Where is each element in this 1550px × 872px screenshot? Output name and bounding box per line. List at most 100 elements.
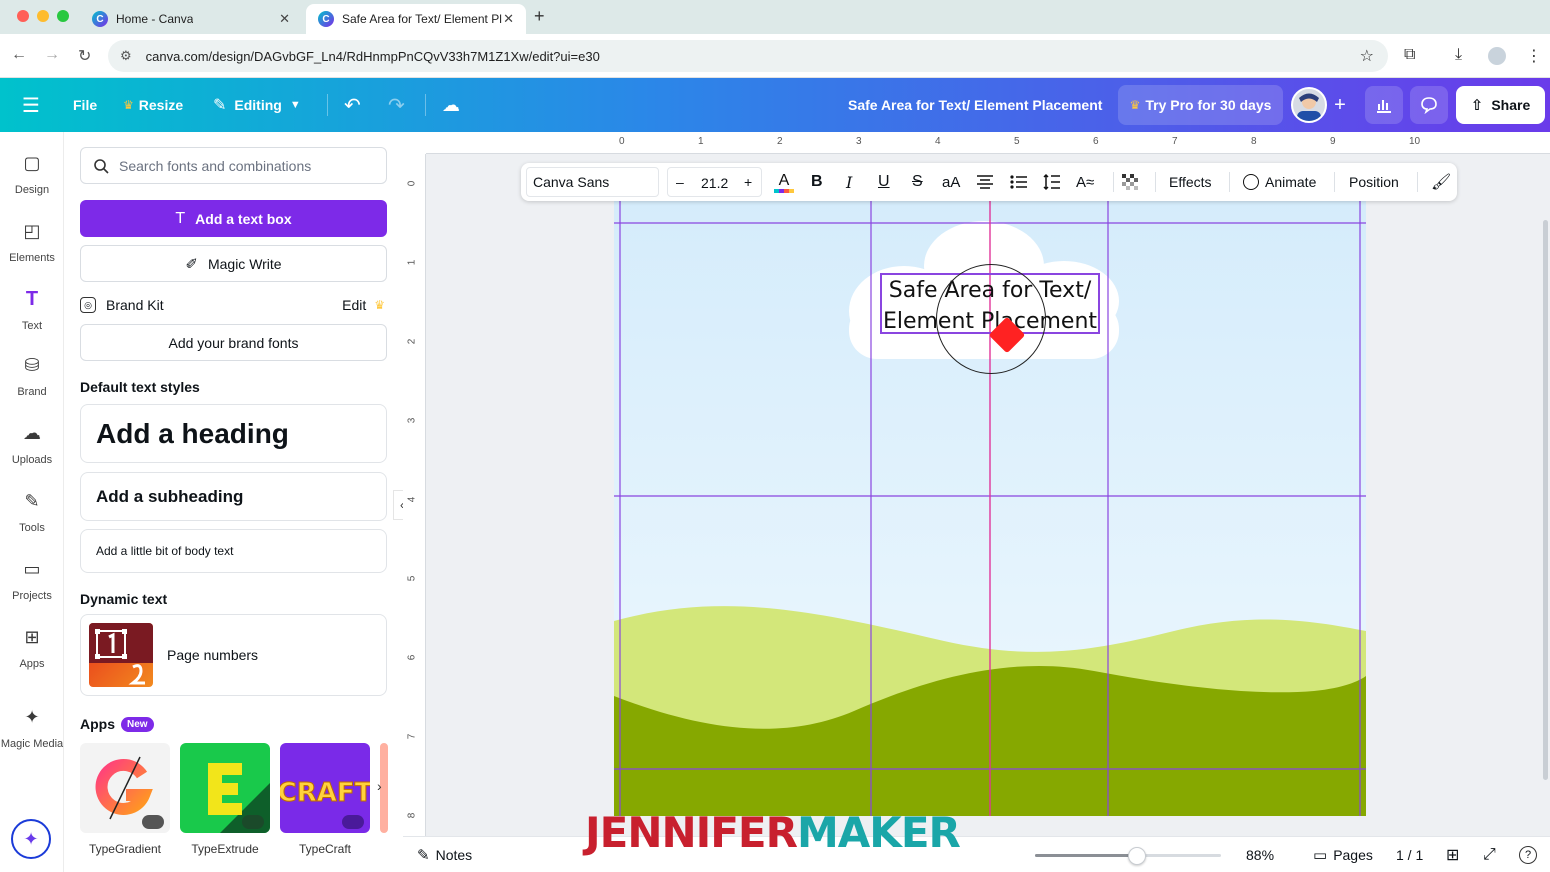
add-brand-fonts-button[interactable]: Add your brand fonts xyxy=(80,324,387,361)
align-center-button[interactable] xyxy=(976,163,994,201)
add-text-box-button[interactable]: T Add a text box xyxy=(80,200,387,237)
new-tab-icon[interactable]: + xyxy=(534,6,545,27)
page-numbers-card[interactable]: Page numbers xyxy=(80,614,387,696)
ruler-tick-label: 6 xyxy=(406,654,418,661)
position-button[interactable]: Position xyxy=(1349,163,1399,201)
app-tile-typecraft[interactable]: CRAFT xyxy=(280,743,370,833)
rail-item-apps[interactable]: ⊞ Apps xyxy=(0,626,64,672)
reload-icon[interactable]: ↻ xyxy=(78,46,91,66)
list-button[interactable] xyxy=(1010,163,1028,201)
rail-item-tools[interactable]: ✎ Tools xyxy=(0,490,64,536)
tab-search-icon[interactable]: ⧉ xyxy=(1404,46,1415,64)
letter-case-label: aA xyxy=(942,173,961,191)
copy-style-button[interactable]: 🖌 xyxy=(1431,163,1451,201)
download-icon[interactable]: ⤓ xyxy=(1455,46,1462,64)
insights-icon[interactable] xyxy=(1365,86,1403,124)
text-color-button[interactable]: A xyxy=(773,163,795,201)
typecraft-logo-icon: CRAFT xyxy=(280,778,370,829)
spacing-button[interactable] xyxy=(1043,163,1061,201)
font-family-dropdown[interactable]: Canva Sans xyxy=(526,167,659,197)
add-heading-card[interactable]: Add a heading xyxy=(80,404,387,463)
forward-icon[interactable]: → xyxy=(44,46,60,64)
file-label: File xyxy=(73,97,98,113)
browser-menu-icon[interactable]: ⋮ xyxy=(1526,46,1542,66)
rail-item-design[interactable]: ▢ Design xyxy=(0,152,64,198)
toolbar-divider xyxy=(1229,172,1230,192)
rail-item-text[interactable]: T Text xyxy=(0,288,64,334)
apps-title-text: Apps xyxy=(80,716,115,732)
app-tile-typegradient[interactable] xyxy=(80,743,170,833)
redo-icon[interactable]: ↷ xyxy=(388,78,405,132)
rail-item-uploads[interactable]: ☁ Uploads xyxy=(0,422,64,468)
transparency-button[interactable] xyxy=(1121,163,1139,201)
user-avatar[interactable] xyxy=(1291,87,1327,123)
grid-view-icon[interactable]: ⊞ xyxy=(1446,837,1459,872)
pages-button[interactable]: ▭ Pages xyxy=(1313,837,1373,872)
magic-assistant-icon[interactable]: ✦ xyxy=(11,819,51,859)
minimize-window-button[interactable] xyxy=(37,10,49,22)
main-menu-icon[interactable]: ☰ xyxy=(22,78,40,132)
file-menu-button[interactable]: File xyxy=(73,78,97,132)
comments-icon[interactable] xyxy=(1410,86,1448,124)
fullscreen-icon[interactable]: ⤢ xyxy=(1483,837,1496,872)
cloud-save-icon[interactable]: ☁ xyxy=(442,78,460,132)
design-icon: ▢ xyxy=(23,153,41,173)
font-size-control: – 21.2 + xyxy=(667,167,762,197)
back-icon[interactable]: ← xyxy=(11,46,27,64)
zoom-slider-thumb[interactable] xyxy=(1128,847,1146,865)
ruler-tick-label: 1 xyxy=(698,136,704,147)
italic-button[interactable]: I xyxy=(846,163,852,201)
invite-plus-icon[interactable]: + xyxy=(1328,86,1352,124)
design-page[interactable]: Safe Area for Text/ Element Placement xyxy=(614,201,1366,816)
design-title[interactable]: Safe Area for Text/ Element Placement xyxy=(848,78,1102,132)
help-button[interactable]: ? xyxy=(1519,837,1537,872)
app-tile-typeextrude[interactable] xyxy=(180,743,270,833)
rail-item-elements[interactable]: ◰ Elements xyxy=(0,220,64,266)
font-size-input[interactable]: 21.2 xyxy=(701,175,728,191)
url-field[interactable]: ⚙ canva.com/design/DAGvbGF_Ln4/RdHnmpPnC… xyxy=(108,40,1388,72)
browser-tab-home[interactable]: C Home - Canva ✕ xyxy=(80,4,302,34)
try-pro-button[interactable]: ♛ Try Pro for 30 days xyxy=(1118,85,1283,125)
animate-label: Animate xyxy=(1265,174,1317,190)
zoom-level[interactable]: 88% xyxy=(1246,837,1274,872)
font-size-decrease-button[interactable]: – xyxy=(676,174,684,190)
close-tab-icon[interactable]: ✕ xyxy=(503,11,514,27)
font-search-input[interactable] xyxy=(119,157,379,174)
browser-tab-design[interactable]: C Safe Area for Text/ Element Pl ✕ xyxy=(306,4,526,34)
rail-item-magic-media[interactable]: ✦ Magic Media xyxy=(0,706,64,752)
underline-label: U xyxy=(878,173,890,190)
maximize-window-button[interactable] xyxy=(57,10,69,22)
workspace-scrollbar[interactable] xyxy=(1543,220,1548,780)
undo-icon[interactable]: ↶ xyxy=(344,78,361,132)
bold-button[interactable]: B xyxy=(811,163,823,201)
ruler-tick-label: 4 xyxy=(406,496,418,503)
rail-item-brand[interactable]: ⛁ Brand xyxy=(0,354,64,400)
apps-next-icon[interactable]: › xyxy=(377,778,382,794)
add-subheading-card[interactable]: Add a subheading xyxy=(80,472,387,521)
text-toolbar: Canva Sans – 21.2 + A B I U S aA A≈ Effe… xyxy=(521,163,1457,201)
rail-item-projects[interactable]: ▭ Projects xyxy=(0,558,64,604)
close-tab-icon[interactable]: ✕ xyxy=(279,11,290,27)
resize-button[interactable]: ♛ Resize xyxy=(123,78,183,132)
notes-button[interactable]: ✎ Notes xyxy=(417,837,472,872)
site-info-icon[interactable]: ⚙ xyxy=(120,48,132,64)
try-pro-label: Try Pro for 30 days xyxy=(1145,97,1272,113)
strikethrough-button[interactable]: S xyxy=(912,163,923,201)
magic-write-button[interactable]: ✐ Magic Write xyxy=(80,245,387,282)
profile-avatar[interactable] xyxy=(1488,47,1506,65)
animate-button[interactable]: Animate xyxy=(1243,163,1316,201)
bookmark-star-icon[interactable]: ☆ xyxy=(1360,46,1374,66)
share-button[interactable]: ⇧ Share xyxy=(1456,86,1545,124)
close-window-button[interactable] xyxy=(17,10,29,22)
add-body-text-card[interactable]: Add a little bit of body text xyxy=(80,529,387,573)
letter-case-button[interactable]: aA xyxy=(942,163,960,201)
editing-mode-button[interactable]: ✎ Editing ▼ xyxy=(213,78,301,132)
brand-edit-link[interactable]: Edit xyxy=(342,297,366,313)
browser-address-bar: ← → ↻ ⚙ canva.com/design/DAGvbGF_Ln4/RdH… xyxy=(0,34,1550,78)
ruler-tick-label: 9 xyxy=(1330,136,1336,147)
effects-button[interactable]: Effects xyxy=(1169,163,1212,201)
underline-button[interactable]: U xyxy=(878,163,890,201)
text-style-button[interactable]: A≈ xyxy=(1076,163,1094,201)
font-size-increase-button[interactable]: + xyxy=(744,174,752,190)
font-search-box[interactable] xyxy=(80,147,387,184)
